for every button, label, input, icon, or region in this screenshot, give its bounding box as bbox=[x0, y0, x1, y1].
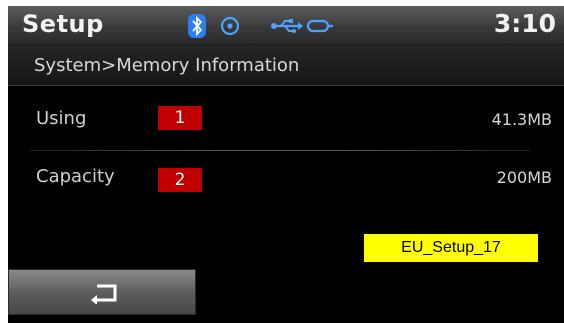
using-label: Using bbox=[36, 108, 87, 129]
setup-screen: Setup 3:10 System>Memory Information Usi… bbox=[8, 6, 564, 323]
breadcrumb: System>Memory Information bbox=[34, 55, 300, 76]
breadcrumb-bar: System>Memory Information bbox=[8, 45, 564, 86]
row-divider bbox=[30, 150, 530, 151]
capacity-label: Capacity bbox=[36, 166, 115, 187]
using-value: 41.3MB bbox=[491, 110, 552, 129]
status-bar: Setup 3:10 bbox=[8, 6, 564, 45]
callout-marker: 2 bbox=[158, 168, 202, 192]
back-arrow-icon bbox=[91, 284, 117, 304]
back-button[interactable] bbox=[8, 269, 196, 315]
bluetooth-icon bbox=[188, 14, 206, 38]
callout-marker: 1 bbox=[158, 106, 202, 130]
memory-using-row: Using 1 41.3MB bbox=[8, 94, 564, 146]
disc-icon bbox=[220, 16, 240, 36]
capacity-value: 200MB bbox=[496, 168, 552, 187]
screen-title: Setup bbox=[22, 10, 104, 38]
reference-tag: EU_Setup_17 bbox=[364, 234, 538, 262]
clock: 3:10 bbox=[493, 9, 556, 38]
aux-icon bbox=[306, 19, 333, 33]
memory-capacity-row: Capacity 2 200MB bbox=[8, 154, 564, 206]
usb-icon bbox=[271, 19, 303, 33]
